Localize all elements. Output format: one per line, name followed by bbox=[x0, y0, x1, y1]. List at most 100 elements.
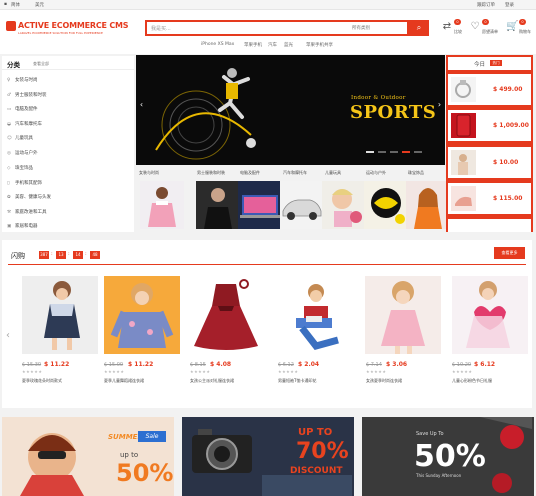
original-price: $ 6.12 bbox=[278, 362, 294, 368]
category-item[interactable]: ♀ 女装与时尚 bbox=[7, 77, 38, 83]
hot-search-link[interactable]: 汽车 bbox=[268, 42, 277, 48]
category-item[interactable]: ◇ 珠宝饰品 bbox=[7, 165, 33, 171]
product-thumbnail bbox=[451, 113, 476, 138]
promo-banner[interactable]: SUMMER Sale up to 50% bbox=[2, 417, 174, 496]
subcategory-image[interactable] bbox=[280, 181, 324, 229]
promo-save: Save Up To bbox=[416, 431, 444, 437]
hot-search-link[interactable]: iPhone XS Max bbox=[201, 42, 234, 47]
promo-percent: 50% bbox=[116, 459, 174, 487]
category-item[interactable]: ♂ 男士服装和时装 bbox=[7, 92, 47, 98]
today-deal-card[interactable]: $ 115.00 bbox=[448, 183, 531, 214]
track-order-link[interactable]: 跟踪订单 bbox=[477, 2, 495, 8]
product-thumbnail bbox=[451, 150, 476, 175]
currency-select[interactable]: 美元 bbox=[35, 2, 44, 8]
hot-search-link[interactable]: 蓝光 bbox=[284, 42, 293, 48]
see-all-categories-link[interactable]: 查看全部 bbox=[33, 61, 49, 67]
category-item[interactable]: ◒ 汽车和摩托车 bbox=[7, 121, 42, 127]
product-image[interactable] bbox=[452, 276, 528, 354]
promo-sale-badge: Sale bbox=[138, 431, 166, 442]
search-button[interactable]: ⌕ bbox=[409, 20, 429, 36]
today-deal-card[interactable]: $ 10.00 bbox=[448, 147, 531, 178]
countdown-separator: : bbox=[51, 251, 53, 257]
subcategory-label[interactable]: 珠宝饰品 bbox=[408, 170, 424, 176]
banner-subtitle: Indoor & Outdoor bbox=[351, 95, 406, 101]
category-item[interactable]: ◎ 运动与户外 bbox=[7, 150, 38, 156]
logo-subtitle: LARAVEL ECOMMERCE SOLUTION FOR FULL EXPE… bbox=[18, 31, 103, 35]
heart-icon[interactable]: ♡ bbox=[469, 21, 481, 33]
category-header bbox=[2, 56, 134, 70]
subcategory-label[interactable]: 汽车和摩托车 bbox=[283, 170, 307, 176]
subcategory-image[interactable] bbox=[140, 181, 184, 229]
subcategory-image[interactable] bbox=[196, 181, 240, 229]
subcategory-image[interactable] bbox=[322, 181, 366, 229]
logo-title[interactable]: ACTIVE ECOMMERCE CMS bbox=[18, 21, 129, 30]
search-category-select[interactable]: 所有类别 bbox=[352, 25, 370, 31]
login-link[interactable]: 登录 bbox=[505, 2, 514, 8]
category-item[interactable]: ▭ 电脑及配件 bbox=[7, 106, 38, 112]
hot-search-link[interactable]: 苹果手机共享 bbox=[306, 42, 333, 48]
banner-next-arrow[interactable]: › bbox=[436, 100, 443, 114]
banner-dot[interactable] bbox=[390, 151, 398, 153]
rating-stars: ★★★★★ bbox=[452, 369, 473, 374]
rating-stars: ★★★★★ bbox=[104, 369, 125, 374]
cart-icon[interactable]: 🛒 bbox=[506, 21, 518, 33]
product-image[interactable] bbox=[276, 276, 352, 354]
wishlist-label: 愿望清单 bbox=[482, 29, 498, 34]
subcategory-label[interactable]: 女装与时尚 bbox=[139, 170, 159, 176]
tools-icon: ⚒ bbox=[7, 210, 12, 215]
today-deal-card[interactable]: $ 499.00 bbox=[448, 74, 531, 105]
category-item[interactable]: ▣ 家居和电器 bbox=[7, 223, 38, 229]
product-image[interactable] bbox=[365, 276, 441, 354]
category-item[interactable]: ☺ 儿童玩具 bbox=[7, 135, 33, 141]
product-image[interactable] bbox=[188, 276, 264, 354]
sale-price: $ 11.22 bbox=[44, 361, 70, 368]
product-name[interactable]: 儿童心形粉色节日礼服 bbox=[452, 378, 530, 384]
subcategory-label[interactable]: 电脑及配件 bbox=[240, 170, 260, 176]
product-name[interactable]: 夏季儿童舞蹈裙连衣裙 bbox=[104, 378, 182, 384]
category-item[interactable]: ⚒ 家庭改进和工具 bbox=[7, 209, 47, 215]
product-name[interactable]: 女孩公主派对礼服连衣裙 bbox=[190, 378, 268, 384]
subcategory-label[interactable]: 男士服装和时装 bbox=[197, 170, 225, 176]
hot-search-link[interactable]: 苹果手机 bbox=[244, 42, 262, 48]
original-price: $ 15.00 bbox=[104, 362, 124, 368]
flash-sale-title: 闪购 bbox=[11, 252, 25, 260]
subcategory-image[interactable] bbox=[238, 181, 282, 229]
dress-icon: ♀ bbox=[7, 78, 11, 83]
rating-stars: ★★★★★ bbox=[22, 369, 43, 374]
promo-banner[interactable]: UP TO 70% DISCOUNT bbox=[182, 417, 354, 496]
today-deal-card[interactable]: $ 1,009.00 bbox=[448, 110, 531, 141]
language-select[interactable]: 简体 bbox=[11, 2, 20, 8]
product-image[interactable] bbox=[22, 276, 98, 354]
today-deal-card[interactable] bbox=[448, 219, 531, 232]
product-name[interactable]: 夏季玫瑰花朵时尚款式 bbox=[22, 378, 100, 384]
sale-price: $ 6.12 bbox=[474, 361, 496, 368]
banner-prev-arrow[interactable]: ‹ bbox=[138, 100, 145, 114]
banner-dot[interactable] bbox=[414, 151, 422, 153]
banner-dot[interactable] bbox=[366, 151, 374, 153]
jewel-icon: ◇ bbox=[7, 166, 11, 171]
category-item[interactable]: ✿ 美容、健康与头发 bbox=[7, 194, 51, 200]
subcategory-image[interactable] bbox=[406, 181, 450, 229]
deal-price: $ 499.00 bbox=[493, 86, 523, 93]
promo-banner[interactable]: Save Up To 50% This Sunday Afternoon bbox=[362, 417, 534, 496]
sale-price: $ 4.08 bbox=[210, 361, 232, 368]
logo-icon bbox=[6, 21, 16, 31]
original-price: $ 8.15 bbox=[190, 362, 206, 368]
beauty-icon: ✿ bbox=[7, 195, 11, 200]
product-image[interactable] bbox=[104, 276, 180, 354]
banner-dot[interactable] bbox=[378, 151, 386, 153]
cart-label: 购物车 bbox=[519, 29, 531, 34]
subcategory-image[interactable] bbox=[364, 181, 408, 229]
product-name[interactable]: 男童短袖T恤卡通印花 bbox=[278, 378, 356, 384]
subcategory-label[interactable]: 运动与户外 bbox=[366, 170, 386, 176]
prev-arrow-icon[interactable]: ‹ bbox=[6, 330, 10, 341]
compare-icon[interactable]: ⇄ bbox=[441, 21, 453, 33]
category-item[interactable]: ▯ 手机和其配饰 bbox=[7, 180, 42, 186]
banner-dot[interactable] bbox=[402, 151, 410, 153]
search-input[interactable]: 我是买... bbox=[151, 25, 171, 32]
original-price: $ 10.20 bbox=[452, 362, 472, 368]
subcategory-label[interactable]: 儿童玩具 bbox=[325, 170, 341, 176]
product-name[interactable]: 女孩夏季时尚连衣裙 bbox=[366, 378, 444, 384]
flash-sale-more-button[interactable]: 查看更多 bbox=[494, 247, 525, 259]
product-thumbnail bbox=[451, 77, 476, 102]
